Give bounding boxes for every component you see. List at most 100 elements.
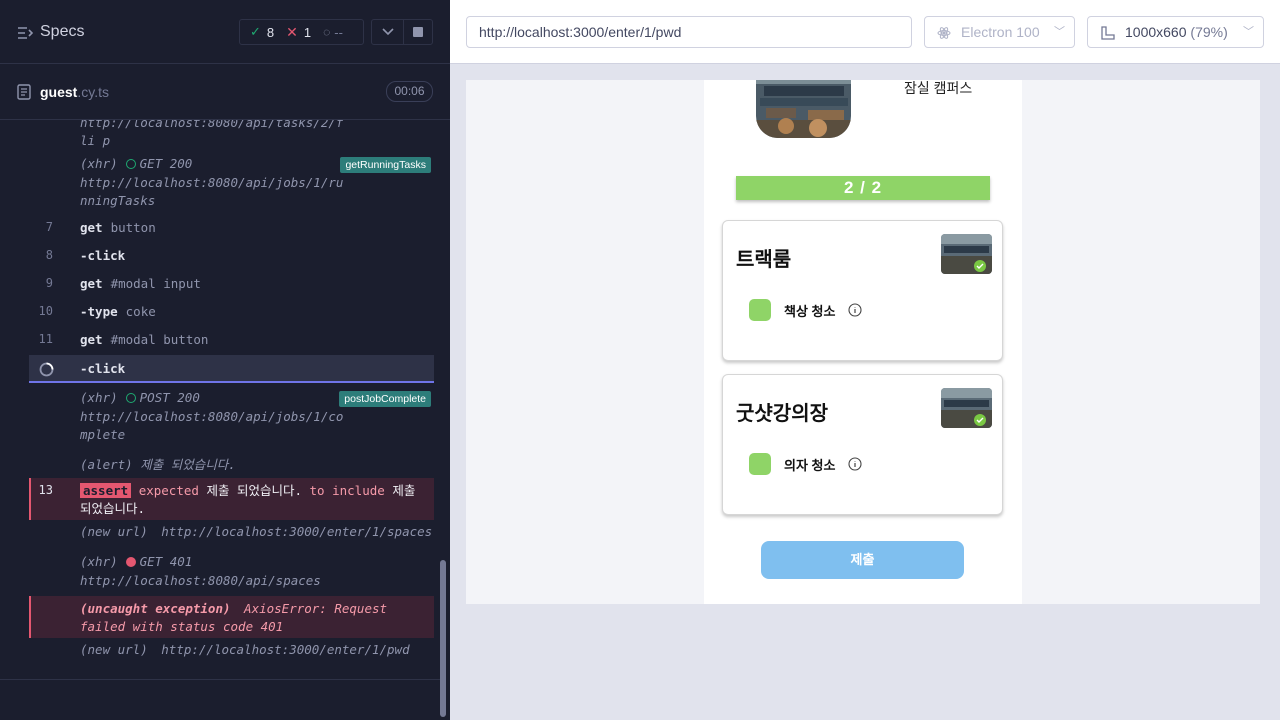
space-name: 굿샷강의장 bbox=[736, 403, 828, 425]
log-type: (new url) bbox=[80, 642, 148, 657]
exception-message: (uncaught exception) AxiosError: Request… bbox=[80, 600, 432, 636]
electron-icon bbox=[937, 27, 951, 39]
log-row-assert-failed[interactable]: 13 assert expected 제출 되었습니다. to include … bbox=[29, 478, 434, 520]
log-scrollbar[interactable] bbox=[440, 560, 446, 717]
spec-file-bar: guest.cy.ts 00:06 bbox=[0, 64, 450, 120]
app-iframe: 잠실 캠퍼스 2 / 2 트랙룸 책상 청소 굿샷강의장 의자 청소 제출 bbox=[466, 80, 1260, 604]
reporter-panel: Specs ✓ 8 ✕ 1 ◌ -- guest.cy.ts 00:06 htt… bbox=[0, 0, 450, 720]
log-number: 10 bbox=[38, 304, 53, 318]
status-circle-icon bbox=[125, 557, 136, 567]
alias-badge[interactable]: getRunningTasks bbox=[340, 157, 431, 173]
campus-name: 잠실 캠퍼스 bbox=[904, 80, 973, 96]
log-url: http://localhost:8080/api/tasks/2/fli p bbox=[80, 120, 344, 148]
log-number: 11 bbox=[38, 332, 53, 346]
log-command: get #modal button bbox=[80, 332, 208, 347]
log-command: -type coke bbox=[80, 304, 156, 319]
viewport-scale: (79%) bbox=[1190, 24, 1228, 40]
log-url: http://localhost:8080/api/jobs/1/running… bbox=[80, 175, 344, 208]
alert-text: 제출 되었습니다. bbox=[140, 457, 236, 472]
log-row-cmd[interactable]: 10 -type coke bbox=[29, 304, 434, 332]
specs-header: Specs ✓ 8 ✕ 1 ◌ -- bbox=[0, 0, 450, 64]
space-card[interactable]: 트랙룸 책상 청소 bbox=[722, 220, 1003, 361]
pending-icon: ◌ bbox=[323, 25, 331, 39]
campus-photo bbox=[756, 80, 851, 138]
app-page: 잠실 캠퍼스 2 / 2 트랙룸 책상 청소 굿샷강의장 의자 청소 제출 bbox=[704, 80, 1022, 604]
cmd-name: get bbox=[80, 332, 103, 347]
ruler-icon bbox=[1101, 26, 1115, 40]
log-row-xhr[interactable]: (xhr) GET 200 getRunningTasks http://loca… bbox=[29, 156, 434, 210]
info-icon[interactable] bbox=[848, 457, 862, 471]
test-stats: ✓ 8 ✕ 1 ◌ -- bbox=[239, 19, 364, 45]
info-icon[interactable] bbox=[848, 303, 862, 317]
collapse-button[interactable] bbox=[371, 19, 404, 45]
cmd-name: get bbox=[80, 276, 103, 291]
task-checkbox[interactable] bbox=[749, 299, 771, 321]
log-row-alert[interactable]: (alert) 제출 되었습니다. bbox=[29, 454, 434, 478]
space-thumbnail[interactable] bbox=[941, 388, 992, 428]
url-bar[interactable]: http://localhost:3000/enter/1/pwd bbox=[466, 16, 912, 48]
log-row-exception[interactable]: (uncaught exception) AxiosError: Request… bbox=[29, 596, 434, 638]
spec-base: guest bbox=[40, 84, 78, 100]
space-card[interactable]: 굿샷강의장 의자 청소 bbox=[722, 374, 1003, 515]
log-row-cmd[interactable]: 8 -click bbox=[29, 248, 434, 276]
task-name: 의자 청소 bbox=[784, 458, 836, 473]
log-method: GET 401 bbox=[139, 554, 193, 569]
log-row-active[interactable]: -click bbox=[29, 355, 434, 383]
log-url: http://localhost:3000/enter/1/pwd bbox=[161, 642, 410, 657]
spec-extension: .cy.ts bbox=[77, 84, 109, 100]
assert-message: assert expected 제출 되었습니다. to include 제출 … bbox=[80, 482, 432, 518]
cmd-arg: #modal input bbox=[110, 276, 201, 291]
log-row-prev[interactable]: http://localhost:8080/api/tasks/2/fli p bbox=[29, 120, 434, 150]
log-row-cmd[interactable]: 7 get button bbox=[29, 220, 434, 248]
log-type: (xhr) bbox=[80, 156, 118, 171]
space-thumbnail[interactable] bbox=[941, 234, 992, 274]
log-command: -click bbox=[80, 248, 125, 263]
passed-count: 8 bbox=[266, 24, 275, 40]
log-url: http://localhost:3000/enter/1/spaces bbox=[161, 524, 433, 539]
alert-line: (alert) 제출 되었습니다. bbox=[80, 454, 236, 473]
stop-button[interactable] bbox=[403, 19, 433, 45]
specs-list-icon[interactable] bbox=[17, 25, 33, 41]
spinner-icon bbox=[39, 362, 54, 377]
cmd-arg: #modal button bbox=[110, 332, 209, 347]
divider bbox=[0, 679, 440, 680]
assert-v1: 제출 되었습니다. bbox=[206, 483, 302, 498]
exception-type: (uncaught exception) bbox=[80, 601, 231, 616]
task-checkbox[interactable] bbox=[749, 453, 771, 475]
browser-selector[interactable]: Electron 100 ﹀ bbox=[924, 16, 1075, 48]
log-command: -click bbox=[80, 361, 125, 376]
log-number: 8 bbox=[45, 248, 53, 262]
cmd-name: get bbox=[80, 220, 103, 235]
aut-panel: http://localhost:3000/enter/1/pwd Electr… bbox=[450, 0, 1280, 720]
spec-file-name[interactable]: guest.cy.ts bbox=[40, 84, 109, 100]
assert-tag: assert bbox=[80, 483, 132, 498]
log-number: 7 bbox=[45, 220, 53, 234]
task-name: 책상 청소 bbox=[784, 304, 836, 319]
cmd-name: -click bbox=[80, 361, 126, 376]
log-row-newurl[interactable]: (new url) http://localhost:3000/enter/1/… bbox=[29, 524, 434, 548]
browser-name: Electron 100 bbox=[961, 24, 1040, 40]
alias-badge[interactable]: postJobComplete bbox=[339, 391, 431, 407]
log-row-newurl[interactable]: (new url) http://localhost:3000/enter/1/… bbox=[29, 642, 434, 666]
viewport-size: 1000x660 bbox=[1125, 24, 1187, 40]
chevron-down-icon bbox=[381, 28, 394, 36]
spec-duration: 00:06 bbox=[386, 81, 433, 102]
pending-count: -- bbox=[334, 24, 343, 40]
cmd-arg: button bbox=[110, 220, 156, 235]
specs-title[interactable]: Specs bbox=[40, 23, 84, 41]
submit-button[interactable]: 제출 bbox=[761, 541, 964, 579]
chevron-down-icon: ﹀ bbox=[1054, 26, 1065, 38]
newurl-line: (new url) http://localhost:3000/enter/1/… bbox=[80, 524, 432, 539]
viewport-selector[interactable]: 1000x660 (79%) ﹀ bbox=[1087, 16, 1264, 48]
command-log[interactable]: http://localhost:8080/api/tasks/2/fli p … bbox=[29, 120, 434, 668]
log-number: 13 bbox=[38, 483, 53, 497]
cmd-name: -type bbox=[80, 304, 118, 319]
log-row-xhr[interactable]: (xhr) POST 200 postJobComplete http://loc… bbox=[29, 390, 434, 444]
log-type: (xhr) bbox=[80, 554, 118, 569]
log-row-cmd[interactable]: 9 get #modal input bbox=[29, 276, 434, 304]
newurl-line: (new url) http://localhost:3000/enter/1/… bbox=[80, 642, 410, 657]
log-row-xhr[interactable]: (xhr) GET 401 http://localhost:8080/api/s… bbox=[29, 554, 434, 594]
log-type: (alert) bbox=[80, 457, 133, 472]
file-icon bbox=[17, 84, 31, 100]
log-method: GET 200 bbox=[139, 156, 193, 171]
